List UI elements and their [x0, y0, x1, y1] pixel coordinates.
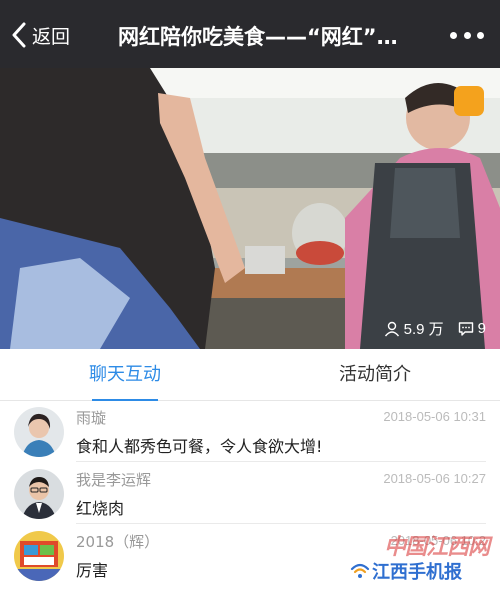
nav-bar: 返回 网红陪你吃美食——“网红”遇上“正宗” [0, 0, 500, 68]
avatar[interactable] [14, 469, 64, 519]
watermark: 中国江西网 江西手机报 [350, 525, 490, 587]
watermark-site: 中国江西网 [384, 534, 490, 560]
comments-stat: 9 [458, 320, 486, 337]
tab-chat[interactable]: 聊天互动 [0, 349, 250, 401]
more-dot-icon [463, 31, 471, 39]
comment-author: 雨璇 [76, 409, 107, 427]
chevron-left-icon [12, 22, 26, 48]
watermark-app: 江西手机报 [372, 562, 462, 583]
divider [76, 461, 486, 462]
comment-text: 厉害 [76, 561, 109, 580]
views-stat: 5.9 万 [384, 318, 444, 339]
avatar[interactable] [14, 407, 64, 457]
more-menu-button[interactable] [450, 28, 484, 42]
comment-item[interactable]: 雨璇 2018-05-06 10:31 食和人都秀色可餐，令人食欲大增! [0, 401, 500, 463]
divider [76, 523, 486, 524]
comment-text: 红烧肉 [76, 499, 125, 518]
more-dot-icon [477, 31, 484, 39]
comment-author: 2018（辉） [76, 533, 160, 551]
comment-author: 我是李运辉 [76, 471, 152, 489]
app-logo-icon [454, 86, 484, 116]
avatar-image [14, 531, 64, 581]
avatar-image [14, 469, 64, 519]
comments-count: 9 [477, 320, 486, 337]
comment-item[interactable]: 我是李运辉 2018-05-06 10:27 红烧肉 [0, 463, 500, 525]
video-stats: 5.9 万 9 [384, 318, 486, 339]
back-button[interactable]: 返回 [10, 20, 70, 50]
avatar-image [14, 407, 64, 457]
comment-text: 食和人都秀色可餐，令人食欲大增! [76, 437, 323, 456]
tab-bar: 聊天互动 活动简介 [0, 349, 500, 401]
comment-icon [458, 321, 473, 336]
avatar[interactable] [14, 531, 64, 581]
page-title: 网红陪你吃美食——“网红”遇上“正宗” [118, 25, 414, 49]
video-frame [0, 68, 500, 349]
video-player[interactable]: 5.9 万 9 [0, 68, 500, 349]
views-count: 5.9 万 [403, 321, 444, 338]
tab-intro[interactable]: 活动简介 [250, 349, 500, 401]
wifi-logo-icon [350, 563, 370, 578]
live-page: 返回 网红陪你吃美食——“网红”遇上“正宗” [0, 0, 500, 592]
more-dot-icon [450, 31, 457, 39]
comment-time: 2018-05-06 10:31 [383, 409, 486, 424]
person-icon [384, 321, 399, 336]
comment-time: 2018-05-06 10:27 [383, 471, 486, 486]
back-label: 返回 [32, 25, 71, 48]
